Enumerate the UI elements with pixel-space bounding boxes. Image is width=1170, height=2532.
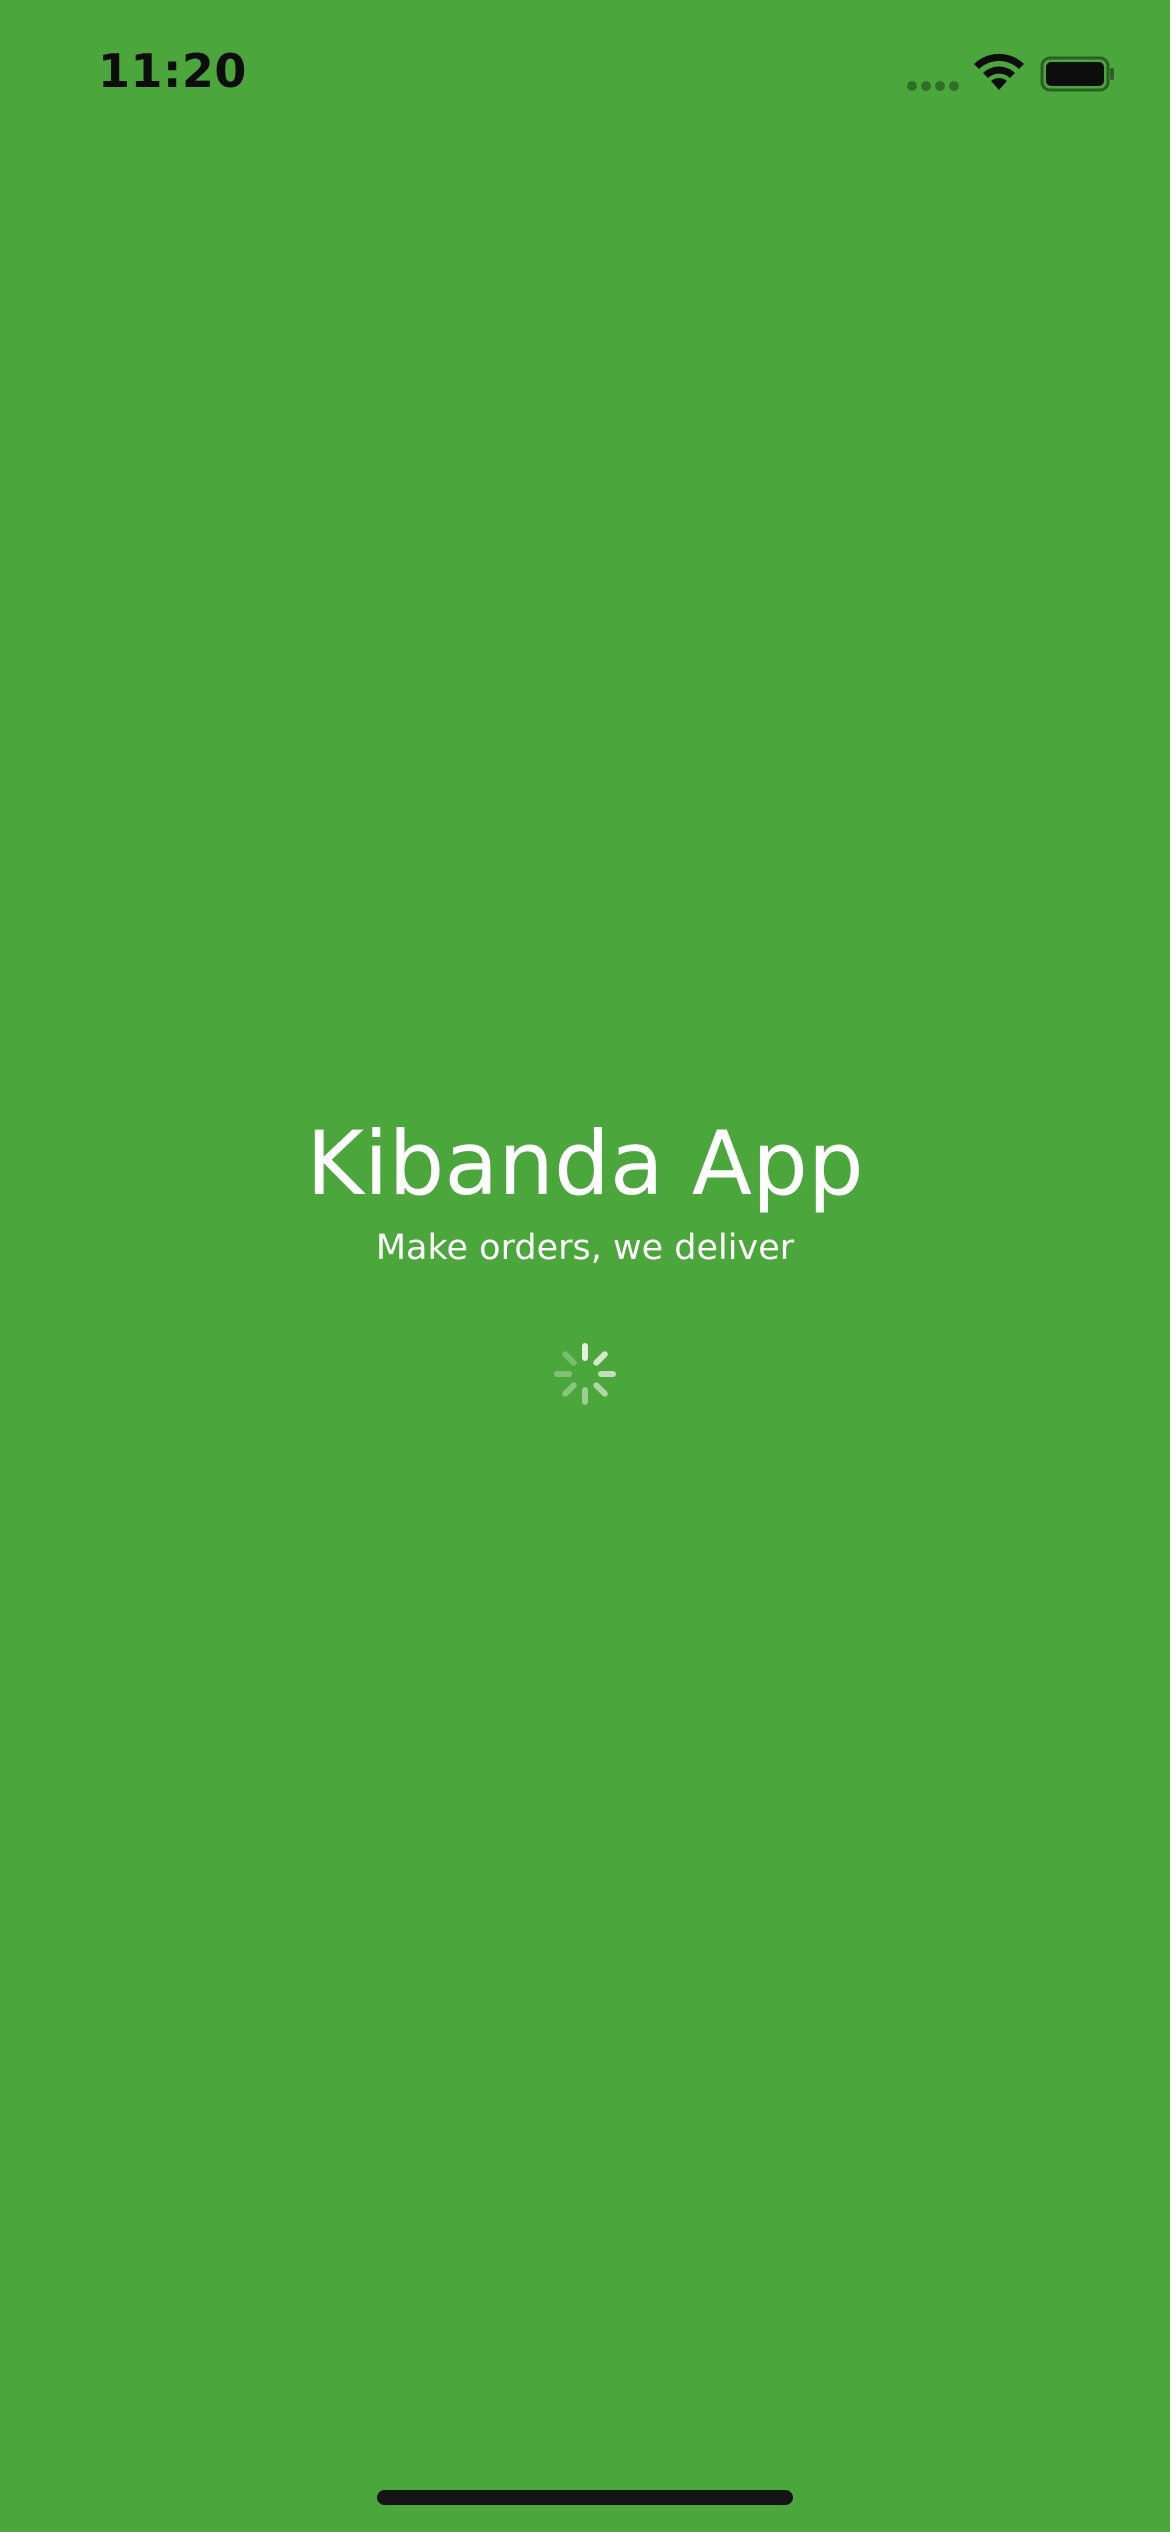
cellular-signal-icon (907, 81, 959, 91)
splash-content: Kibanda App Make orders, we deliver (0, 1112, 1170, 1269)
home-indicator[interactable] (377, 2490, 793, 2505)
activity-spinner-icon (554, 1343, 616, 1405)
app-title: Kibanda App (306, 1112, 864, 1215)
wifi-icon (974, 53, 1024, 90)
status-bar: 11:20 (0, 0, 1170, 150)
status-time: 11:20 (98, 44, 247, 98)
battery-full-icon (1040, 56, 1114, 92)
app-tagline: Make orders, we deliver (375, 1228, 795, 1268)
